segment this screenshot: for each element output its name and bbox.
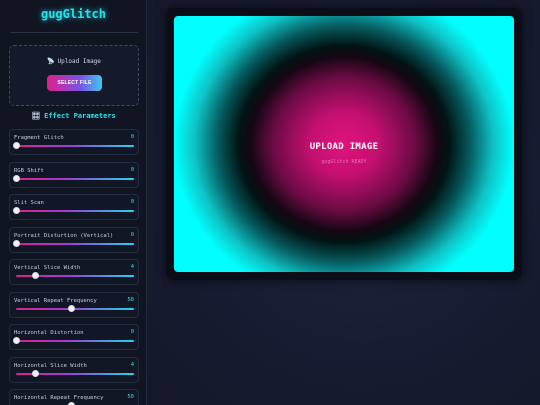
parameter-slider[interactable] bbox=[16, 272, 134, 279]
select-file-button[interactable]: SELECT FILE bbox=[47, 75, 102, 91]
parameter-slider[interactable] bbox=[13, 239, 134, 247]
parameter-slider-card: RGB Shift 0 bbox=[9, 161, 139, 188]
parameter-slider[interactable] bbox=[13, 142, 134, 149]
parameter-slider[interactable] bbox=[13, 207, 134, 214]
slider-thumb[interactable] bbox=[13, 239, 20, 247]
effect-parameters-heading: 🎛 Effect Parameters bbox=[0, 112, 146, 120]
parameter-slider-card: Slit Scan 0 bbox=[9, 194, 139, 220]
parameter-slider-card: Fragment Glitch 0 bbox=[9, 129, 139, 155]
parameter-value: 0 bbox=[130, 329, 134, 335]
slider-thumb[interactable] bbox=[13, 174, 20, 182]
canvas-title: UPLOAD IMAGE bbox=[309, 142, 379, 152]
parameter-value: 0 bbox=[130, 166, 134, 173]
preview-canvas[interactable]: UPLOAD IMAGE gugGlitch READY bbox=[174, 16, 514, 272]
parameter-slider-card: Vertical Slice Width 4 bbox=[9, 259, 139, 285]
parameter-label: Vertical Slice Width bbox=[14, 265, 81, 271]
parameter-slider-card: Portrait Disturtion (Vertical) 0 bbox=[9, 226, 139, 253]
parameter-label: Horizontal Slice Width bbox=[14, 362, 87, 369]
parameter-slider-card: Vertical Repeat Frequency 50 bbox=[9, 291, 139, 318]
parameter-value: 0 bbox=[130, 134, 134, 140]
slider-thumb[interactable] bbox=[13, 337, 20, 344]
parameter-label: Slit Scan bbox=[14, 200, 44, 206]
canvas-frame: UPLOAD IMAGE gugGlitch READY bbox=[166, 8, 522, 280]
satellite-dish-icon: 📡 bbox=[47, 58, 55, 65]
parameter-slider[interactable] bbox=[16, 369, 134, 377]
slider-thumb[interactable] bbox=[31, 369, 39, 377]
parameter-value: 4 bbox=[130, 264, 134, 270]
effect-parameters-title: Effect Parameters bbox=[44, 112, 116, 120]
title-divider bbox=[10, 32, 138, 33]
slider-thumb[interactable] bbox=[31, 272, 39, 279]
upload-dropzone[interactable]: 📡 Upload Image SELECT FILE bbox=[9, 45, 139, 106]
parameter-slider[interactable] bbox=[13, 174, 134, 182]
parameter-label: Fragment Glitch bbox=[14, 135, 64, 141]
parameter-label: Horizontal Distortion bbox=[14, 330, 84, 336]
canvas-status: gugGlitch READY bbox=[321, 159, 367, 165]
slider-thumb[interactable] bbox=[68, 304, 76, 312]
parameter-value: 0 bbox=[130, 231, 134, 238]
upload-label-row: 📡 Upload Image bbox=[10, 58, 138, 65]
parameter-label: RGB Shift bbox=[14, 167, 44, 174]
parameter-value: 50 bbox=[127, 296, 134, 303]
sidebar: gugGlitch 📡 Upload Image SELECT FILE 🎛 Eff… bbox=[0, 0, 147, 405]
upload-label: Upload Image bbox=[57, 58, 101, 65]
app-title: gugGlitch bbox=[40, 7, 107, 21]
slider-thumb[interactable] bbox=[13, 142, 20, 149]
parameter-value: 0 bbox=[130, 199, 134, 205]
parameter-label: Horizontal Repeat Frequency bbox=[14, 395, 104, 401]
parameter-slider-card: Horizontal Distortion 0 bbox=[9, 324, 139, 350]
control-knobs-icon: 🎛 bbox=[31, 112, 41, 120]
parameter-slider[interactable] bbox=[16, 304, 134, 312]
parameter-value: 50 bbox=[127, 394, 134, 400]
parameter-slider[interactable] bbox=[13, 337, 134, 344]
main-area: UPLOAD IMAGE gugGlitch READY bbox=[147, 0, 540, 405]
parameter-slider-card: Horizontal Repeat Frequency 50 bbox=[9, 389, 139, 405]
parameter-label: Vertical Repeat Frequency bbox=[14, 297, 97, 304]
parameter-slider-card: Horizontal Slice Width 4 bbox=[9, 356, 139, 383]
parameter-label: Portrait Disturtion (Vertical) bbox=[14, 232, 114, 239]
slider-thumb[interactable] bbox=[13, 207, 20, 214]
parameter-value: 4 bbox=[130, 361, 134, 368]
